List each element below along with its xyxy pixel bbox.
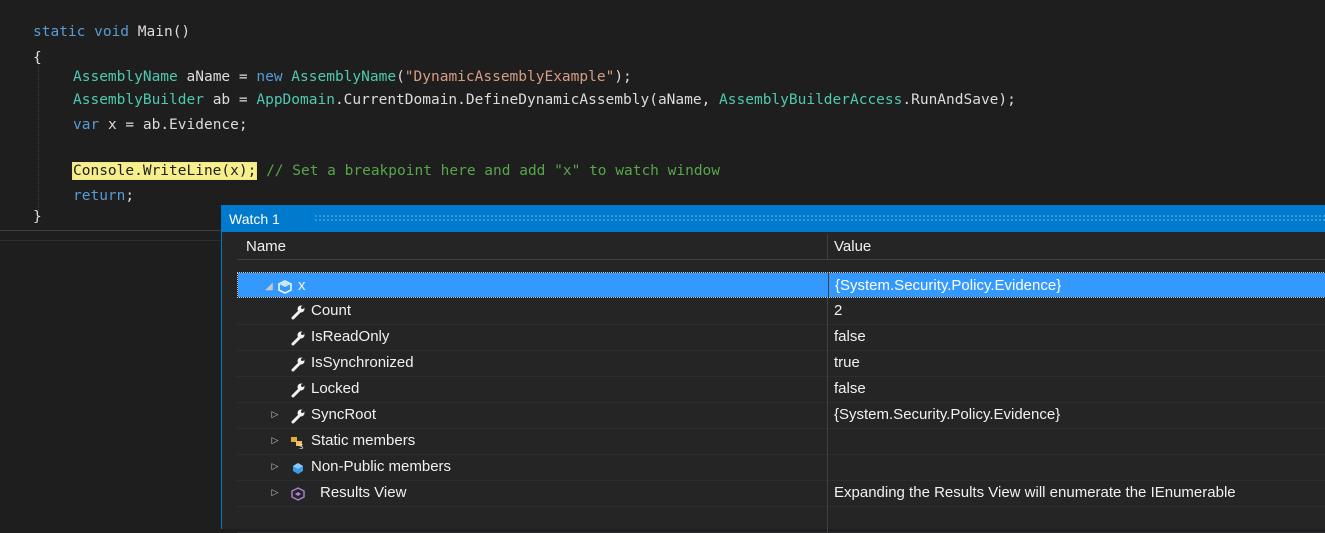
code-line-open-brace[interactable]: {	[33, 45, 42, 71]
column-header-name[interactable]: Name	[237, 234, 827, 260]
semicolon: ;	[125, 188, 135, 204]
type-assemblybuilderaccess: AssemblyBuilderAccess	[719, 92, 903, 108]
equals: =	[238, 92, 248, 108]
keyword-return: return	[73, 188, 126, 204]
keyword-static-void: static void	[33, 24, 130, 40]
row-value[interactable]: false	[827, 376, 1325, 402]
close-brace: }	[33, 209, 42, 225]
watch-window[interactable]: Watch 1 Name Value ◢ x {System.Security.…	[221, 205, 1325, 533]
row-value[interactable]: {System.Security.Policy.Evidence}	[828, 273, 1325, 297]
paren-close: );	[614, 69, 632, 85]
code-comment: // Set a breakpoint here and add "x" to …	[266, 163, 721, 179]
keyword-new: new	[256, 69, 283, 85]
column-header-value[interactable]: Value	[827, 234, 1325, 260]
row-name-cell: ▷ Non-Public members	[237, 454, 827, 480]
watch-row-count[interactable]: Count 2	[237, 298, 1325, 325]
collapsed-arrow-icon[interactable]: ▷	[270, 402, 280, 427]
code-line-5[interactable]: return;	[73, 183, 134, 209]
watch-row-non-public-members[interactable]: ▷ Non-Public members	[237, 454, 1325, 481]
editor-divider	[0, 230, 230, 231]
row-value[interactable]: Expanding the Results View will enumerat…	[827, 480, 1325, 506]
non-public-icon	[290, 459, 306, 475]
watch-row-x[interactable]: ◢ x {System.Security.Policy.Evidence}	[237, 272, 1325, 298]
code-line-2[interactable]: AssemblyBuilder ab = AppDomain.CurrentDo…	[73, 87, 1016, 113]
method-name: Main	[137, 24, 173, 40]
row-value[interactable]: false	[827, 324, 1325, 350]
watch-row-isreadonly[interactable]: IsReadOnly false	[237, 324, 1325, 351]
title-bar-grip[interactable]	[314, 214, 1325, 223]
wrench-icon	[290, 407, 306, 424]
breakpoint-highlight[interactable]: Console.WriteLine(x);	[72, 162, 258, 180]
enum-member-runandsave: .RunAndSave);	[902, 92, 1016, 108]
wrench-icon	[290, 329, 306, 346]
watch-row-results-view[interactable]: ▷ Results View Expanding the Results Vie…	[237, 480, 1325, 507]
wrench-icon	[290, 381, 306, 398]
row-name-cell: IsReadOnly	[237, 324, 827, 350]
row-name: Results View	[320, 484, 407, 501]
code-line-4[interactable]: Console.WriteLine(x); // Set a breakpoin…	[72, 158, 720, 184]
row-name: x	[298, 277, 306, 294]
collapsed-arrow-icon[interactable]: ▷	[270, 454, 280, 479]
string-literal: "DynamicAssemblyExample"	[404, 69, 615, 85]
expanded-arrow-icon[interactable]: ◢	[264, 274, 274, 299]
keyword-var: var	[73, 117, 100, 133]
code-line-close-brace[interactable]: }	[33, 204, 42, 230]
row-name-cell: ▷ SyncRoot	[237, 402, 827, 428]
paren-open: (	[396, 69, 405, 85]
call-define-dynamic-assembly: .CurrentDomain.DefineDynamicAssembly(aNa…	[334, 92, 720, 108]
var-aname: aName	[186, 69, 231, 85]
type-assemblybuilder: AssemblyBuilder	[73, 92, 204, 108]
row-name: Non-Public members	[311, 458, 452, 475]
row-name-cell: ▷ Results View	[237, 480, 827, 506]
row-name: SyncRoot	[311, 406, 377, 423]
row-name: IsReadOnly	[311, 328, 390, 345]
open-brace: {	[33, 50, 42, 66]
ctor-assemblyname: AssemblyName	[291, 69, 397, 85]
code-line-3[interactable]: var x = ab.Evidence;	[73, 112, 248, 138]
row-name: Count	[311, 302, 352, 319]
row-value[interactable]: true	[827, 350, 1325, 376]
type-assemblyname: AssemblyName	[73, 69, 178, 85]
row-value[interactable]	[827, 428, 1325, 454]
evidence-assignment: x = ab.Evidence;	[107, 117, 248, 133]
row-name-cell: ◢ x	[238, 273, 828, 297]
row-value[interactable]: 2	[827, 298, 1325, 324]
code-line-signature[interactable]: static void Main()	[33, 19, 190, 45]
row-name: Static members	[311, 432, 416, 449]
indent-guide	[38, 54, 39, 216]
method-parens: ()	[172, 24, 191, 40]
watch-row-syncroot[interactable]: ▷ SyncRoot {System.Security.Policy.Evide…	[237, 402, 1325, 429]
var-ab: ab	[212, 92, 231, 108]
row-name-cell: IsSynchronized	[237, 350, 827, 376]
watch-row-locked[interactable]: Locked false	[237, 376, 1325, 403]
row-name: Locked	[311, 380, 360, 397]
results-view-icon	[290, 485, 306, 501]
editor-divider-2	[0, 240, 230, 241]
wrench-icon	[290, 303, 306, 320]
static-members-icon: S	[290, 433, 306, 451]
collapsed-arrow-icon[interactable]: ▷	[270, 480, 280, 505]
watch-row-static-members[interactable]: ▷ S Static members	[237, 428, 1325, 455]
object-icon	[277, 278, 293, 294]
watch-row-empty[interactable]	[237, 506, 1325, 533]
watch-title-bar[interactable]: Watch 1	[222, 206, 1325, 232]
row-value[interactable]: {System.Security.Policy.Evidence}	[827, 402, 1325, 428]
type-appdomain: AppDomain	[256, 92, 335, 108]
wrench-icon	[290, 355, 306, 372]
row-name-cell: ▷ S Static members	[237, 428, 827, 454]
svg-text:S: S	[299, 443, 304, 450]
collapsed-arrow-icon[interactable]: ▷	[270, 428, 280, 453]
row-value[interactable]	[827, 454, 1325, 480]
equals: =	[238, 69, 248, 85]
watch-title: Watch 1	[229, 211, 280, 227]
watch-row-issynchronized[interactable]: IsSynchronized true	[237, 350, 1325, 377]
row-name-cell: Count	[237, 298, 827, 324]
row-name: IsSynchronized	[311, 354, 414, 371]
row-name-cell: Locked	[237, 376, 827, 402]
